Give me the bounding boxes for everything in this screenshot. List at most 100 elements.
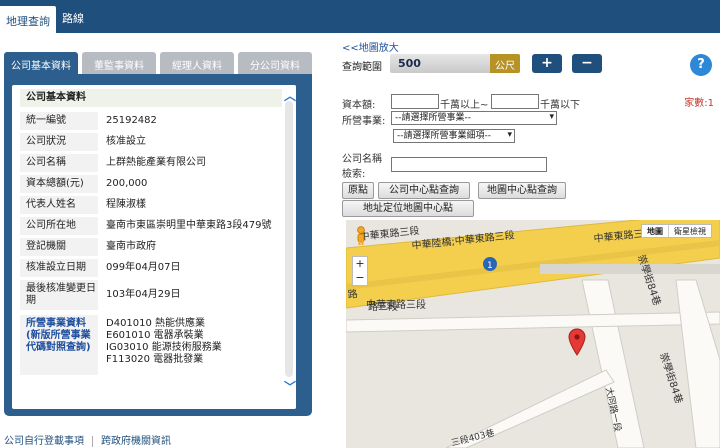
company-info-box: 公司基本資料 統一編號 25192482 公司狀況 核准設立 公司名稱 上群熱能… [4, 74, 312, 416]
location-pin-icon[interactable] [568, 328, 586, 356]
query-form: 資本額: 千萬以上~ 千萬以下 家數:1 所營事業: --請選擇所營事業-- ▾ … [336, 86, 720, 221]
info-row: 資本總額(元) 200,000 [20, 175, 282, 193]
origin-button[interactable]: 原點 [342, 182, 374, 199]
company-name-label: 公司名稱 [342, 154, 382, 165]
info-row: 統一編號 25192482 [20, 112, 282, 130]
field-value: 25192482 [98, 112, 282, 130]
map-type-satellite[interactable]: 衛星檢視 [669, 225, 711, 237]
field-label: 公司所在地 [20, 217, 98, 235]
field-label: 登記機關 [20, 238, 98, 256]
business-items: D401010 熱能供應業 E601010 電器承裝業 IG03010 能源技術… [98, 315, 282, 375]
business-item: D401010 熱能供應業 [106, 318, 206, 329]
business-label: 所營事業: [342, 116, 386, 127]
tab-company-basic[interactable]: 公司基本資料 [4, 52, 78, 74]
field-label: 公司名稱 [20, 154, 98, 172]
chevron-up-icon[interactable]: ︿ [284, 87, 296, 104]
pegman-icon[interactable] [355, 226, 367, 246]
info-row-business: 所營事業資料(新版所營事業代碼對照查詢) D401010 熱能供應業 E6010… [20, 315, 282, 375]
info-row: 最後核准變更日期 103年04月29日 [20, 280, 282, 310]
map-type-switch: 地圖 衛星檢視 [641, 224, 712, 238]
capital-min-input[interactable] [391, 94, 439, 109]
street-label: 路 [347, 287, 358, 301]
field-label: 代表人姓名 [20, 196, 98, 214]
info-scrollbar[interactable]: ︿ ﹀ [282, 85, 296, 409]
info-row: 代表人姓名 程陳淑樣 [20, 196, 282, 214]
company-tabs: 公司基本資料 董監事資料 經理人資料 分公司資料 [4, 52, 312, 74]
section-title-row: 公司基本資料 [20, 89, 282, 107]
field-value: 103年04月29日 [98, 280, 282, 310]
range-value: 500 [398, 57, 421, 70]
capital-max-suffix: 千萬以下 [540, 100, 580, 111]
side-street-horizontal [346, 311, 720, 333]
map-center-query-button[interactable]: 地圖中心點查詢 [478, 182, 566, 199]
field-label: 最後核准變更日期 [20, 280, 98, 310]
range-decrease-button[interactable]: − [572, 54, 602, 73]
range-label: 查詢範圍 [342, 62, 382, 73]
map-view[interactable]: 中華陸橋;中華東路三段 中華東路三段 中華東路三段 路 路三段 中華東路三段 崇… [346, 220, 720, 448]
business-select-value: --請選擇所營事業-- [395, 113, 471, 123]
chevron-down-icon[interactable]: ﹀ [284, 378, 296, 395]
search-label: 檢索: [342, 169, 366, 180]
company-info-list: 公司基本資料 統一編號 25192482 公司狀況 核准設立 公司名稱 上群熱能… [12, 85, 296, 409]
business-item: F113020 電器批發業 [106, 354, 204, 365]
cross-agency-info-link[interactable]: 跨政府機關資訊 [101, 436, 171, 447]
tab-managers[interactable]: 經理人資料 [160, 52, 234, 74]
map-zoom-in-button[interactable]: + [353, 257, 367, 271]
field-value: 上群熱能產業有限公司 [98, 154, 282, 172]
info-row: 公司名稱 上群熱能產業有限公司 [20, 154, 282, 172]
tab-geo-query[interactable]: 地理查詢 [0, 6, 56, 33]
divider [92, 435, 93, 447]
help-icon[interactable]: ? [690, 54, 712, 76]
business-detail-select-value: --請選擇所營事業細項-- [397, 131, 491, 141]
business-item: IG03010 能源技術服務業 [106, 342, 222, 353]
route-badge-label: 1 [487, 261, 493, 271]
capital-min-suffix: 千萬以上~ [440, 100, 489, 111]
field-label: 統一編號 [20, 112, 98, 130]
field-label: 核准設立日期 [20, 259, 98, 277]
map-type-map[interactable]: 地圖 [642, 225, 669, 237]
business-detail-select[interactable]: --請選擇所營事業細項-- ▾ [393, 129, 515, 143]
tab-route[interactable]: 路線 [62, 10, 84, 26]
business-select[interactable]: --請選擇所營事業-- ▾ [391, 111, 557, 125]
street-label: 崇學街84巷 [657, 351, 686, 405]
info-row: 公司狀況 核准設立 [20, 133, 282, 151]
capital-max-input[interactable] [491, 94, 539, 109]
field-value: 200,000 [98, 175, 282, 193]
top-bar: 地理查詢 路線 [0, 0, 720, 33]
field-value: 099年04月07日 [98, 259, 282, 277]
field-label: 公司狀況 [20, 133, 98, 151]
info-row: 登記機關 臺南市政府 [20, 238, 282, 256]
field-value: 臺南市東區崇明里中華東路3段479號 [98, 217, 282, 235]
company-name-input[interactable] [391, 157, 547, 172]
chevron-down-icon: ▾ [507, 130, 512, 140]
info-row: 核准設立日期 099年04月07日 [20, 259, 282, 277]
self-registered-items-link[interactable]: 公司自行登載事項 [4, 436, 84, 447]
section-title: 公司基本資料 [20, 89, 282, 107]
tab-branches[interactable]: 分公司資料 [238, 52, 312, 74]
map-zoom-out-button[interactable]: − [353, 271, 367, 285]
business-code-lookup-link[interactable]: 所營事業資料(新版所營事業代碼對照查詢) [20, 315, 98, 375]
capital-label: 資本額: [342, 100, 376, 111]
company-panel: 公司基本資料 董監事資料 經理人資料 分公司資料 公司基本資料 統一編號 251… [0, 33, 330, 448]
footer-links: 公司自行登載事項 跨政府機關資訊 [4, 432, 171, 447]
chevron-down-icon: ▾ [549, 112, 554, 122]
company-count: 家數:1 [684, 98, 714, 109]
company-center-query-button[interactable]: 公司中心點查詢 [378, 182, 470, 199]
map-query-panel: <<地圖放大 查詢範圍 500 公尺 + − ? 資本額: 千萬以上~ 千萬以下… [336, 33, 720, 448]
map-enlarge-link[interactable]: <<地圖放大 [342, 39, 399, 54]
street-label: 中華東路三段 [366, 298, 426, 311]
map-canvas: 中華陸橋;中華東路三段 中華東路三段 中華東路三段 路 路三段 中華東路三段 崇… [346, 220, 720, 448]
range-display: 500 公尺 [390, 54, 520, 73]
range-increase-button[interactable]: + [532, 54, 562, 73]
overpass-stripe [540, 264, 720, 274]
map-zoom-control: + − [352, 256, 368, 286]
address-locate-button[interactable]: 地址定位地圖中心點 [342, 200, 474, 217]
side-street-right [675, 279, 720, 448]
field-value: 臺南市政府 [98, 238, 282, 256]
field-value: 核准設立 [98, 133, 282, 151]
scroll-track[interactable] [285, 101, 293, 377]
business-item: E601010 電器承裝業 [106, 330, 204, 341]
tab-directors[interactable]: 董監事資料 [82, 52, 156, 74]
info-row: 公司所在地 臺南市東區崇明里中華東路3段479號 [20, 217, 282, 235]
range-unit: 公尺 [490, 54, 520, 73]
